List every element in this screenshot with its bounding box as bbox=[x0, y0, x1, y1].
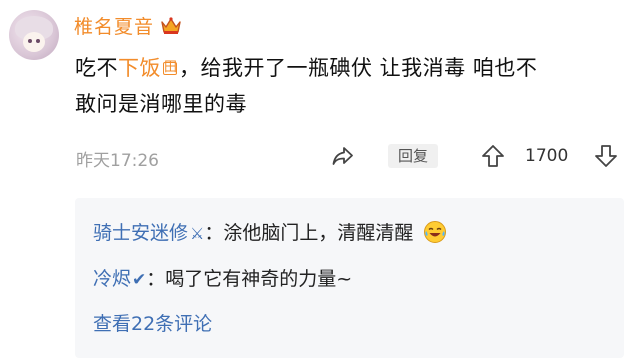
comment-text-line2: 敢问是消哪里的毒 bbox=[75, 92, 247, 116]
vote-count: 1700 bbox=[525, 146, 569, 166]
avatar-eye bbox=[28, 39, 32, 43]
check-badge-icon: ✔ bbox=[132, 270, 147, 290]
reply-text: 涂他脑门上，清醒清醒 bbox=[223, 222, 414, 244]
comment-text-line1: ，给我开了一瓶碘伏 让我消毒 咱也不 bbox=[179, 56, 538, 80]
reply-button[interactable]: 回复 bbox=[388, 144, 438, 168]
reply-separator: ： bbox=[146, 268, 166, 290]
reply-author[interactable]: 冷烬 bbox=[93, 268, 131, 290]
avatar[interactable] bbox=[9, 10, 59, 60]
comment-body: 吃不下饭 田，给我开了一瓶碘伏 让我消毒 咱也不 敢问是消哪里的毒 bbox=[75, 50, 615, 122]
reply-item[interactable]: 冷烬✔：喝了它有神奇的力量~ bbox=[93, 266, 352, 293]
reply-text: 喝了它有神奇的力量~ bbox=[165, 268, 353, 290]
reply-item[interactable]: 骑士安迷修 ⚔：涂他脑门上，清醒清醒 bbox=[93, 220, 447, 247]
link-icon[interactable]: 田 bbox=[163, 61, 177, 75]
author-name[interactable]: 椎名夏音 bbox=[74, 12, 154, 39]
avatar-face bbox=[23, 32, 45, 52]
avatar-eye bbox=[36, 39, 40, 43]
crown-icon bbox=[161, 16, 181, 34]
comment-timestamp: 昨天17:26 bbox=[76, 151, 159, 171]
share-icon[interactable] bbox=[330, 143, 356, 169]
comment-text-start: 吃不 bbox=[75, 56, 118, 80]
laughing-crying-emoji-icon bbox=[424, 221, 447, 243]
reply-separator: ： bbox=[204, 222, 224, 244]
replies-box: 骑士安迷修 ⚔：涂他脑门上，清醒清醒 冷烬✔：喝了它有神奇的力量~ 查看22条评论 bbox=[75, 198, 624, 358]
sword-badge-icon: ⚔ bbox=[190, 224, 205, 243]
view-more-comments-link[interactable]: 查看22条评论 bbox=[93, 309, 212, 336]
comment-author[interactable]: 椎名夏音 bbox=[74, 12, 182, 39]
upvote-icon[interactable] bbox=[480, 143, 506, 169]
topic-link[interactable]: 下饭 bbox=[118, 56, 161, 80]
reply-author[interactable]: 骑士安迷修 bbox=[93, 222, 188, 244]
downvote-icon[interactable] bbox=[593, 143, 619, 169]
